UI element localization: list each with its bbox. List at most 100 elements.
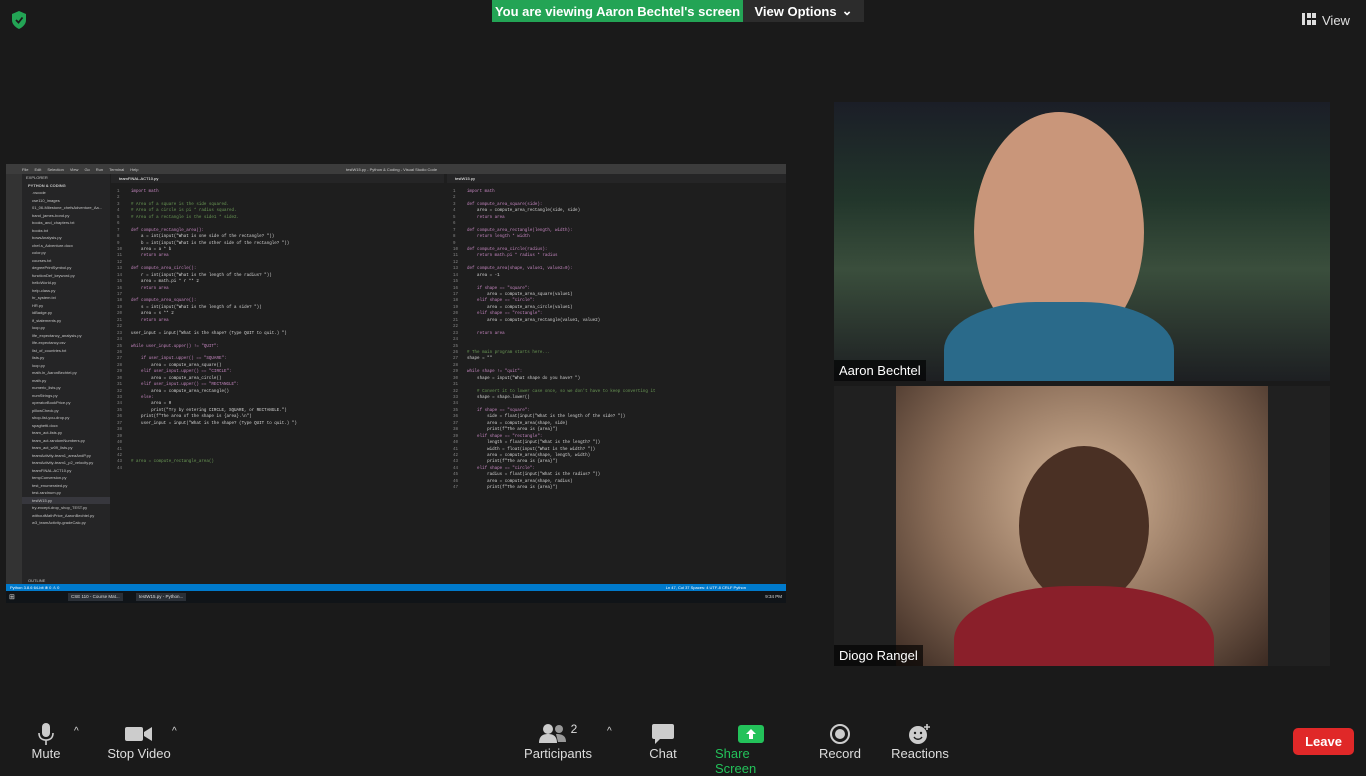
view-options-button[interactable]: View Options ⌄ (743, 0, 864, 22)
explorer-header: EXPLORER (26, 175, 48, 180)
file-item: HR.py (32, 302, 44, 308)
viewing-banner: You are viewing Aaron Bechtel's screen (492, 0, 743, 22)
code-text: while shape != "quit": (467, 370, 523, 375)
security-shield-icon[interactable] (10, 10, 28, 30)
mute-button[interactable]: Mute (26, 722, 66, 761)
code-text: # area = compute_rectangle_area() (131, 460, 214, 465)
file-item: team_act_w09_lists.py (32, 445, 73, 450)
code-text: # Area of a square is the side squared. (131, 202, 230, 207)
file-item: pillowCheck.py (32, 407, 59, 413)
code-text: user_input = input("What is the shape? (… (131, 331, 287, 336)
file-item: team_act-lists.py (32, 430, 63, 435)
code-line: 44 (117, 466, 444, 472)
code-text: elif shape == "circle": (467, 466, 535, 471)
code-text: def compute_area_circle(radius): (467, 247, 548, 252)
share-screen-label: Share Screen (715, 746, 757, 776)
stop-video-button[interactable]: Stop Video (106, 722, 172, 761)
code-text: def compute_area_square(): (131, 299, 197, 304)
code-text: b = int(input("What is the other side of… (131, 241, 290, 246)
code-text: area = compute_area_circle() (131, 376, 222, 381)
file-item: help-class.py (32, 287, 56, 293)
file-item: degreePrintSymbol.py (32, 265, 72, 270)
code-text: return area (467, 331, 505, 336)
windows-taskbar: ⊞ CSE 110 - Course Mat... testW15.py - P… (6, 591, 786, 603)
record-button[interactable]: Record (819, 722, 861, 761)
file-item: band_james-bond.py (32, 212, 70, 218)
code-text: # The main program starts here... (467, 350, 550, 355)
file-item: teamFINAL-ACT10.py (32, 467, 72, 473)
participants-button[interactable]: 2 Participants (524, 722, 592, 761)
grid-icon (1302, 12, 1316, 28)
video-tile-diogo[interactable]: Diogo Rangel (834, 386, 1330, 666)
share-screen-icon (738, 722, 764, 746)
file-item: test-randnum.py (32, 490, 61, 495)
code-text: if shape == "square": (467, 286, 530, 291)
code-text: area = compute_area_circle(value1) (467, 305, 573, 310)
windows-start-icon: ⊞ (9, 594, 15, 601)
code-text: length = float(input("What is the length… (467, 441, 601, 446)
file-item: chef-s_Adventure.docx (32, 242, 73, 248)
menu-item: Help (130, 167, 139, 172)
code-text: area = a * b (131, 247, 172, 252)
line-number: 47 (453, 486, 459, 491)
participants-options-caret[interactable]: ^ (607, 726, 612, 737)
file-item: list_of_countries.txt (32, 347, 67, 353)
code-text: elif user_input.upper() == "RECTANGLE": (131, 383, 240, 388)
reactions-button[interactable]: Reactions (891, 722, 949, 761)
leave-button[interactable]: Leave (1293, 728, 1354, 755)
taskbar-clock: 9:34 PM (765, 594, 782, 599)
line-number: 44 (117, 466, 123, 471)
code-line: 47 print(f"The area is {area}") (453, 485, 786, 491)
menu-item: Selection (47, 167, 64, 172)
file-item: loop.py (32, 325, 45, 330)
code-text: return area (131, 318, 169, 323)
vscode-window-title: testW15.py - Python & Coding - Visual St… (346, 167, 438, 172)
participant-name: Aaron Bechtel (834, 360, 926, 381)
code-left: 1 import math 2 3 # Area of a square is the … (111, 183, 444, 472)
file-item: color.py (32, 250, 46, 255)
file-item: helloWorld.py (32, 280, 57, 285)
status-right: Ln 47, Col 37 Spaces: 4 UTF-8 CRLF Pytho… (665, 585, 746, 590)
code-text: user_input = input("What is the shape? (… (131, 421, 297, 426)
view-options-label: View Options (754, 3, 837, 19)
outline-header: OUTLINE (28, 578, 46, 583)
video-tile-aaron[interactable]: Aaron Bechtel (834, 102, 1330, 381)
file-item: test_enumerated.py (32, 482, 68, 488)
participants-label: Participants (524, 746, 592, 761)
code-text: area = compute_area_rectangle(value1, va… (467, 318, 601, 323)
code-text: print(f"The area of the shape is {area}.… (131, 415, 252, 420)
code-text: area = math.pi * r ** 2 (131, 280, 199, 285)
code-text: area = compute_area_square(value1) (467, 293, 573, 297)
code-text: def compute_area(shape, value1, value2=0… (467, 267, 573, 272)
code-text: radius = float(input("What is the radius… (467, 473, 601, 478)
menu-item: File (22, 167, 29, 172)
code-text: if user_input.upper() == "SQUARE": (131, 357, 227, 362)
code-text: else: (131, 396, 154, 400)
chat-button[interactable]: Chat (645, 722, 681, 761)
code-text: area = compute_area(shape, side) (467, 421, 568, 426)
code-text: return length * width (467, 235, 530, 240)
code-text: shape = input("What shape do you have? "… (467, 376, 581, 381)
audio-options-caret[interactable]: ^ (74, 726, 79, 737)
video-options-caret[interactable]: ^ (172, 726, 177, 737)
shared-screen[interactable]: File Edit Selection View Go Run Terminal Help t… (6, 164, 786, 603)
view-label: View (1322, 12, 1350, 28)
file-item: .vscode (32, 190, 46, 195)
code-text: return area (467, 215, 505, 220)
code-text: print("Try by entering CIRCLE, SQUARE, o… (131, 408, 287, 413)
participants-count: 2 (570, 722, 578, 736)
code-text: def compute_rectangle_area(): (131, 228, 204, 233)
participant-face (1019, 446, 1149, 606)
file-item: w3_teamActivity-gradeCalc.py (32, 520, 86, 525)
reactions-label: Reactions (891, 746, 949, 761)
view-layout-button[interactable]: View (1302, 10, 1362, 30)
file-item: if_statements.py (32, 317, 62, 323)
code-text: area = compute_area_rectangle(side, side… (467, 209, 581, 214)
code-text: elif shape == "circle": (467, 299, 535, 304)
file-item: functionDef_keyword.py (32, 272, 75, 278)
vscode-title-bar: File Edit Selection View Go Run Terminal Help t… (6, 164, 786, 174)
stop-video-label: Stop Video (107, 746, 171, 761)
code-text: area = compute_area(shape, length, width… (467, 453, 591, 458)
file-item: life_expectancy_analysis.py (32, 332, 82, 338)
file-item: idBadge.py (32, 310, 53, 315)
